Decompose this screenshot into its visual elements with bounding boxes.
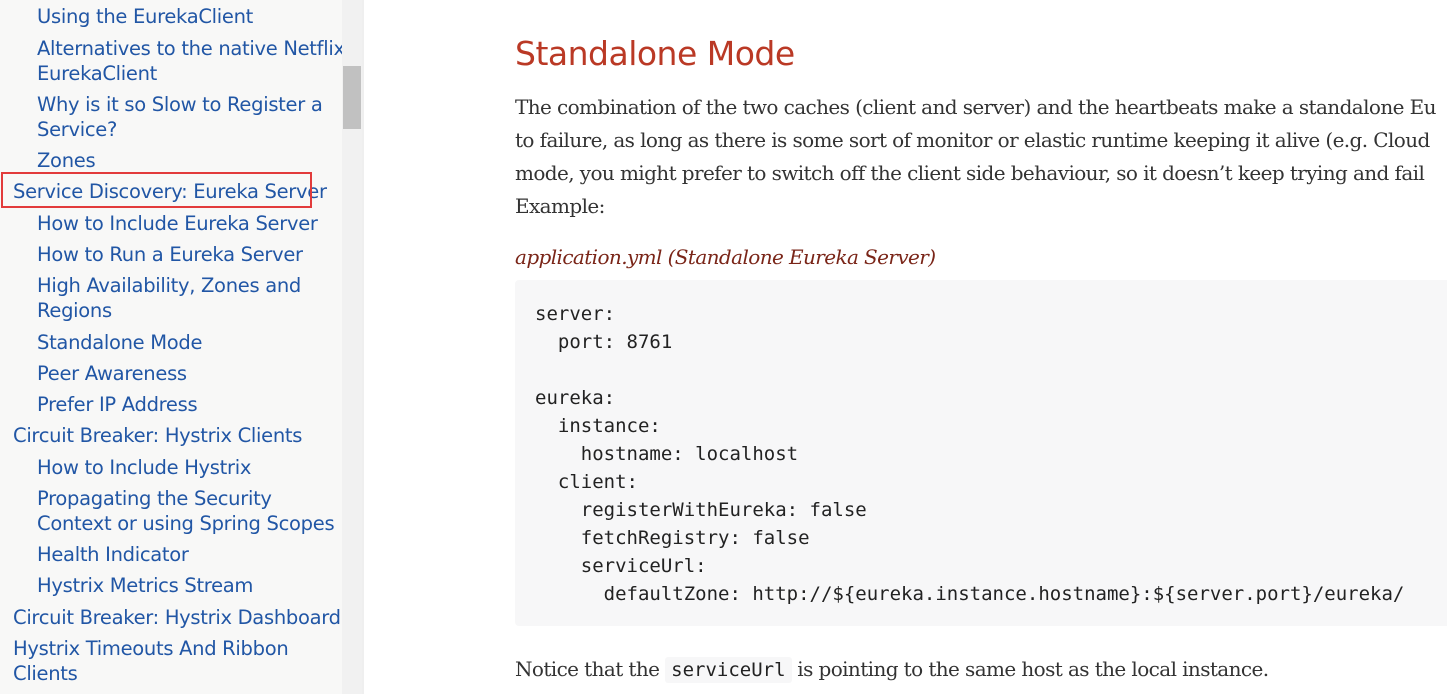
toc-link-timeouts-line2[interactable]: Clients (13, 661, 78, 686)
listing-title: application.yml (Standalone Eureka Serve… (515, 245, 936, 269)
toc-link-propagating-line1[interactable]: Propagating the Security (37, 486, 272, 511)
toc-link-metrics-stream[interactable]: Hystrix Metrics Stream (37, 573, 253, 598)
paragraph-line: mode, you might prefer to switch off the… (515, 161, 1425, 185)
sidebar-scrollbar-thumb[interactable] (343, 66, 361, 129)
toc-link-health-indicator[interactable]: Health Indicator (37, 542, 189, 567)
toc-link-timeouts-line1[interactable]: Hystrix Timeouts And Ribbon (13, 636, 289, 661)
toc-link-run-eureka-server[interactable]: How to Run a Eureka Server (37, 242, 303, 267)
toc-link-zones[interactable]: Zones (37, 148, 96, 173)
toc-link-standalone-mode[interactable]: Standalone Mode (37, 330, 203, 355)
toc-link-alternatives-line2[interactable]: EurekaClient (37, 61, 157, 86)
toc-link-propagating-line2[interactable]: Context or using Spring Scopes (37, 511, 335, 536)
toc-link-high-availability-line1[interactable]: High Availability, Zones and (37, 273, 301, 298)
section-title: Standalone Mode (515, 34, 795, 73)
toc-sidebar: Using the EurekaClient Alternatives to t… (0, 0, 342, 694)
inline-code-serviceurl: serviceUrl (665, 657, 792, 683)
toc-link-hystrix-dashboard[interactable]: Circuit Breaker: Hystrix Dashboard (13, 605, 341, 630)
toc-link-eureka-server[interactable]: Service Discovery: Eureka Server (13, 179, 327, 204)
main-content: Standalone Mode The combination of the t… (515, 0, 1447, 694)
notice-paragraph: Notice that the serviceUrl is pointing t… (515, 653, 1269, 687)
paragraph-line: Example: (515, 194, 605, 218)
toc-link-high-availability-line2[interactable]: Regions (37, 298, 112, 323)
code-listing: server: port: 8761 eureka: instance: hos… (535, 303, 1405, 605)
paragraph-line: The combination of the two caches (clien… (515, 95, 1437, 119)
toc-link-include-hystrix[interactable]: How to Include Hystrix (37, 455, 251, 480)
intro-paragraph: The combination of the two caches (clien… (515, 91, 1437, 223)
toc-link-alternatives-line1[interactable]: Alternatives to the native Netflix (37, 36, 342, 61)
code-block: server: port: 8761 eureka: instance: hos… (515, 280, 1447, 626)
sidebar-divider (362, 0, 364, 694)
notice-text-after: is pointing to the same host as the loca… (791, 657, 1269, 681)
toc-link-prefer-ip[interactable]: Prefer IP Address (37, 392, 198, 417)
toc-link-peer-awareness[interactable]: Peer Awareness (37, 361, 187, 386)
toc-link-hystrix-clients[interactable]: Circuit Breaker: Hystrix Clients (13, 423, 302, 448)
notice-text-before: Notice that the (515, 657, 666, 681)
toc-link-why-slow-line2[interactable]: Service? (37, 117, 117, 142)
paragraph-line: to failure, as long as there is some sor… (515, 128, 1430, 152)
toc-link-include-eureka-server[interactable]: How to Include Eureka Server (37, 211, 318, 236)
toc-link-why-slow-line1[interactable]: Why is it so Slow to Register a (37, 92, 323, 117)
toc-link-using-eurekaclient[interactable]: Using the EurekaClient (37, 4, 253, 29)
